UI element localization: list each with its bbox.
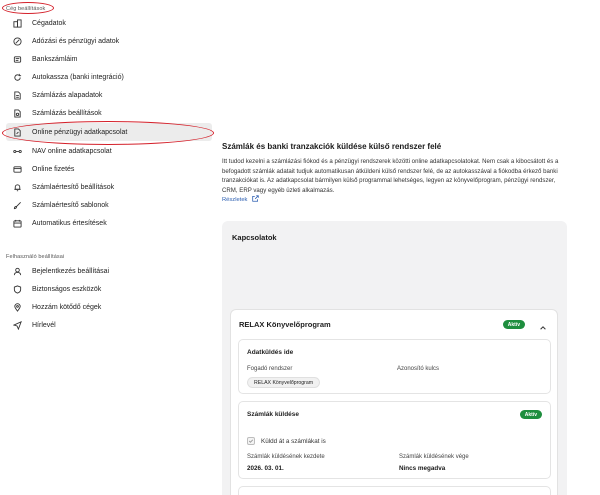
send-end-value: Nincs megadva [399, 465, 446, 472]
sidebar-item-label: Számlaértesítő beállítások [32, 183, 115, 191]
page-title: Számlák és banki tranzakciók küldése kül… [222, 142, 442, 151]
send-invoices-checkbox-row[interactable]: Küldd át a számlákat is [247, 437, 326, 445]
sidebar-item-invoice-settings[interactable]: Számlázás beállítások [6, 104, 212, 122]
connection-card-title: RELAX Könyvelőprogram [239, 320, 331, 329]
next-section [238, 486, 551, 495]
sidebar-item-label: Hozzám kötődő cégek [32, 303, 102, 311]
destination-heading: Adatküldés ide [247, 349, 294, 356]
sidebar-item-notification-templates[interactable]: Számlaértesítő sablonok [6, 196, 212, 214]
connection-icon [12, 146, 22, 156]
destination-section: Adatküldés ide Fogadó rendszer RELAX Kön… [238, 339, 551, 394]
sidebar-item-linked-companies[interactable]: Hozzám kötődő cégek [6, 298, 212, 316]
sidebar-item-label: Számlázás alapadatok [32, 91, 103, 99]
building-icon [12, 18, 22, 28]
section-label-user: Felhasználó beállításai [6, 254, 65, 260]
sidebar-item-label: Hírlevél [32, 321, 56, 329]
pin-icon [12, 302, 22, 312]
sidebar: Cég beállítások Cégadatok Adózási és pén… [0, 0, 214, 495]
send-start-value: 2026. 03. 01. [247, 465, 284, 472]
details-link-label: Részletek [222, 196, 248, 203]
sidebar-item-secure-devices[interactable]: Biztonságos eszközök [6, 280, 212, 298]
sidebar-item-label: Online fizetés [32, 165, 75, 173]
external-link-icon [252, 195, 260, 204]
document-settings-icon [12, 108, 22, 118]
sidebar-item-label: Bankszámláim [32, 55, 78, 63]
sidebar-item-label: Biztonságos eszközök [32, 285, 102, 293]
id-key-label: Azonosító kulcs [397, 366, 440, 372]
main-content: Számlák és banki tranzakciók küldése kül… [222, 0, 600, 495]
user-icon [12, 266, 22, 276]
bank-icon [12, 54, 22, 64]
sidebar-item-nav-online[interactable]: NAV online adatkapcsolat [6, 142, 212, 160]
sidebar-item-bank-accounts[interactable]: Bankszámláim [6, 50, 212, 68]
details-link[interactable]: Részletek [222, 195, 260, 204]
connections-panel: Kapcsolatok RELAX Könyvelőprogram Aktív … [222, 221, 567, 495]
send-invoices-label: Küldd át a számlákat is [261, 437, 326, 445]
bell-icon [12, 182, 22, 192]
send-start-label: Számlák küldésének kezdete [247, 454, 325, 460]
calendar-icon [12, 218, 22, 228]
sidebar-item-online-payment[interactable]: Online fizetés [6, 160, 212, 178]
percent-icon [12, 36, 22, 46]
connections-title: Kapcsolatok [232, 233, 277, 242]
page-description: Itt tudod kezelni a számlázási fiókod és… [222, 158, 559, 194]
highlight-circle-section [2, 2, 54, 14]
sidebar-item-newsletter[interactable]: Hírlevél [6, 316, 212, 334]
chevron-up-icon[interactable] [539, 319, 547, 330]
sidebar-item-label: Adózási és pénzügyi adatok [32, 37, 120, 45]
sidebar-item-label: Bejelentkezés beállításai [32, 267, 110, 275]
sidebar-item-label: Számlaértesítő sablonok [32, 201, 109, 209]
document-icon [12, 90, 22, 100]
send-icon [12, 320, 22, 330]
sidebar-item-tax-finance[interactable]: Adózási és pénzügyi adatok [6, 32, 212, 50]
sidebar-item-label: NAV online adatkapcsolat [32, 147, 112, 155]
sidebar-item-label: Autokassza (banki integráció) [32, 73, 124, 81]
invoice-sending-heading: Számlák küldése [247, 411, 300, 418]
sidebar-item-login-settings[interactable]: Bejelentkezés beállításai [6, 262, 212, 280]
receiver-label: Fogadó rendszer [247, 366, 293, 372]
check-icon [248, 439, 254, 443]
status-badge: Aktív [519, 410, 542, 419]
invoice-sending-section: Számlák küldése Aktív Küldd át a számlák… [238, 401, 551, 479]
payment-icon [12, 164, 22, 174]
sidebar-item-notification-settings[interactable]: Számlaértesítő beállítások [6, 178, 212, 196]
sidebar-item-label: Automatikus értesítések [32, 219, 107, 227]
sidebar-item-label: Számlázás beállítások [32, 109, 102, 117]
shield-icon [12, 284, 22, 294]
sidebar-item-autokassza[interactable]: Autokassza (banki integráció) [6, 68, 212, 86]
send-end-label: Számlák küldésének vége [399, 454, 469, 460]
sidebar-item-invoice-basics[interactable]: Számlázás alapadatok [6, 86, 212, 104]
sidebar-item-automatic-notifications[interactable]: Automatikus értesítések [6, 214, 212, 232]
connection-card-relax: RELAX Könyvelőprogram Aktív Adatküldés i… [230, 309, 558, 495]
sidebar-item-label: Cégadatok [32, 19, 66, 27]
sidebar-item-company-data[interactable]: Cégadatok [6, 14, 212, 32]
brush-icon [12, 200, 22, 210]
status-badge: Aktív [502, 320, 525, 329]
receiver-chip: RELAX Könyvelőprogram [247, 377, 321, 388]
sync-icon [12, 72, 22, 82]
send-invoices-checkbox[interactable] [247, 437, 255, 445]
